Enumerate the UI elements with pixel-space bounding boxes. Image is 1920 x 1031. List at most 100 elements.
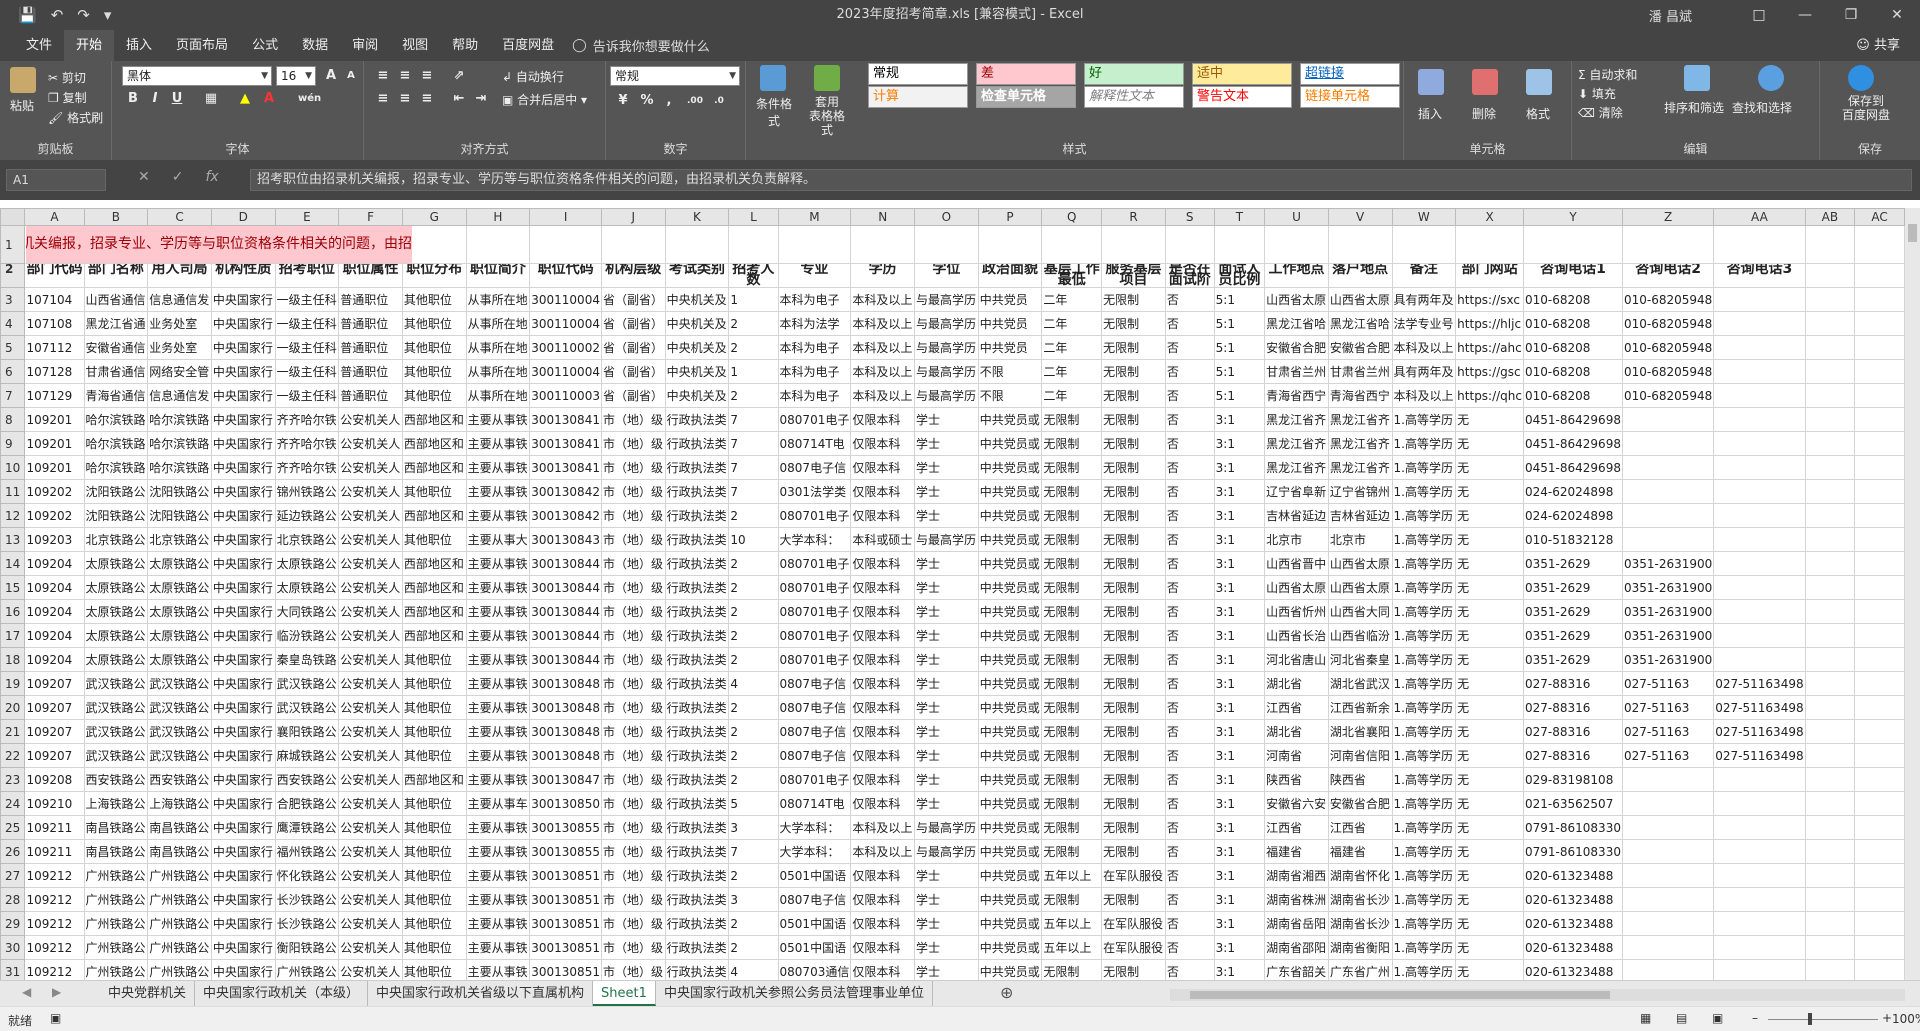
row-header[interactable]: 2 xyxy=(0,263,26,288)
cell[interactable]: 公安机关人 xyxy=(338,407,403,432)
tab-5[interactable]: 数据 xyxy=(290,30,340,61)
cell[interactable]: 中央国家行 xyxy=(210,863,276,888)
cell[interactable]: 行政执法类 xyxy=(664,671,730,696)
cell[interactable]: 3:1 xyxy=(1213,767,1266,792)
cell[interactable]: 080701电子 xyxy=(777,575,852,600)
cell[interactable] xyxy=(1854,791,1905,816)
column-header[interactable]: D xyxy=(210,208,276,226)
cell[interactable]: 武汉铁路公 xyxy=(274,695,340,720)
orientation-icon[interactable]: ⇗ xyxy=(448,66,470,86)
cell[interactable]: 无限制 xyxy=(1041,479,1103,504)
cell[interactable]: 无 xyxy=(1455,719,1525,744)
cell[interactable] xyxy=(1713,767,1806,792)
cell[interactable]: 福建省 xyxy=(1327,839,1393,864)
cell[interactable]: 公安机关人 xyxy=(338,671,403,696)
cell[interactable]: 学士 xyxy=(914,695,979,720)
cell[interactable]: 中共党员或 xyxy=(977,719,1043,744)
cell[interactable]: 无限制 xyxy=(1041,695,1103,720)
cell[interactable]: 公安机关人 xyxy=(338,695,403,720)
cell[interactable]: 中共党员 xyxy=(977,335,1043,360)
cell[interactable]: 职位分布 xyxy=(401,263,467,288)
cell[interactable]: 二年 xyxy=(1041,383,1103,408)
cell[interactable]: 咨询电话2 xyxy=(1621,263,1715,288)
cell[interactable]: 是否在面试阶 xyxy=(1164,263,1215,288)
row-header[interactable]: 16 xyxy=(0,599,26,624)
cell[interactable]: 部门网站 xyxy=(1455,263,1525,288)
sheet-tab[interactable]: 中央党群机关 xyxy=(100,981,196,1006)
cell[interactable]: 0807电子信 xyxy=(777,719,852,744)
cell[interactable]: 020-61323488 xyxy=(1523,863,1623,888)
zoom-slider[interactable] xyxy=(1768,1019,1878,1020)
cell[interactable]: 仅限本科 xyxy=(850,671,916,696)
cell[interactable]: 大学本科： xyxy=(777,815,852,840)
cell[interactable]: 0791-86108330 xyxy=(1523,839,1623,864)
column-header[interactable]: C xyxy=(147,208,212,226)
cell[interactable] xyxy=(1804,887,1856,912)
cell[interactable] xyxy=(1621,887,1715,912)
cell[interactable]: 中央国家行 xyxy=(210,695,276,720)
cell[interactable] xyxy=(1854,719,1905,744)
cell[interactable]: 公安机关人 xyxy=(338,743,403,768)
cell[interactable]: 备注 xyxy=(1391,263,1457,288)
cell[interactable]: 广州铁路公 xyxy=(274,959,340,980)
row-header[interactable]: 13 xyxy=(0,527,26,552)
cell[interactable]: 无限制 xyxy=(1101,695,1166,720)
cell[interactable] xyxy=(1804,225,1856,264)
column-header[interactable]: Q xyxy=(1041,208,1103,226)
comma-button[interactable]: , xyxy=(658,91,680,111)
conditional-format-icon[interactable] xyxy=(760,65,786,91)
cell[interactable] xyxy=(1713,647,1806,672)
cell[interactable]: 行政执法类 xyxy=(664,815,730,840)
cell[interactable]: 五年以上 xyxy=(1041,911,1103,936)
column-header[interactable]: J xyxy=(600,208,666,226)
cell[interactable]: 招考职位 xyxy=(274,263,340,288)
cell[interactable] xyxy=(1804,743,1856,768)
cell[interactable]: 公安机关人 xyxy=(338,815,403,840)
cell[interactable]: 300130848 xyxy=(529,695,602,720)
cell[interactable]: 河北省唐山 xyxy=(1264,647,1329,672)
cell[interactable]: 北京市 xyxy=(1264,527,1329,552)
cell[interactable]: 黑龙江省通 xyxy=(83,311,149,336)
cell[interactable]: 无限制 xyxy=(1101,431,1166,456)
cell[interactable]: 太原铁路公 xyxy=(147,647,212,672)
sheet-tab[interactable]: 中央国家行政机关省级以下直属机构 xyxy=(368,981,594,1006)
cell[interactable]: 北京市 xyxy=(1327,527,1393,552)
cell[interactable]: 300130841 xyxy=(529,431,602,456)
cell[interactable] xyxy=(1264,225,1329,264)
cell[interactable]: 107108 xyxy=(24,311,85,336)
cell[interactable]: 网络安全管 xyxy=(147,359,212,384)
cell[interactable]: 陕西省 xyxy=(1327,767,1393,792)
find-select-button[interactable]: 查找和选择 xyxy=(1732,99,1792,116)
cell[interactable]: 否 xyxy=(1164,575,1215,600)
cell[interactable]: 0451-86429698 xyxy=(1523,431,1623,456)
cell[interactable]: 黑龙江省齐 xyxy=(1264,455,1329,480)
cell[interactable]: 107128 xyxy=(24,359,85,384)
cell[interactable]: 仅限本科 xyxy=(850,911,916,936)
tab-4[interactable]: 公式 xyxy=(240,30,290,61)
cell[interactable]: 否 xyxy=(1164,767,1215,792)
cell[interactable]: 300130851 xyxy=(529,935,602,960)
cell[interactable]: 公安机关人 xyxy=(338,959,403,980)
cell[interactable]: 010-68205948 xyxy=(1621,359,1715,384)
cell[interactable]: 本科及以上 xyxy=(850,311,916,336)
cell[interactable]: 中央机关及 xyxy=(664,359,730,384)
cell[interactable]: 无限制 xyxy=(1101,671,1166,696)
cell-style-8[interactable]: 警告文本 xyxy=(1192,86,1292,108)
cell[interactable] xyxy=(600,225,666,264)
cell[interactable] xyxy=(1621,911,1715,936)
cell[interactable]: 中共党员或 xyxy=(977,575,1043,600)
save-icon[interactable]: 💾 xyxy=(18,6,37,24)
sheet-tab[interactable]: Sheet1 xyxy=(593,981,656,1006)
vertical-scrollbar[interactable] xyxy=(1905,208,1920,980)
cell[interactable]: 无 xyxy=(1455,647,1525,672)
cell[interactable]: 行政执法类 xyxy=(664,959,730,980)
cell[interactable]: 109201 xyxy=(24,407,85,432)
cell[interactable] xyxy=(1854,551,1905,576)
cell[interactable]: 西安铁路公 xyxy=(274,767,340,792)
cell[interactable]: 哈尔滨铁路 xyxy=(147,431,212,456)
cell[interactable]: 无限制 xyxy=(1041,791,1103,816)
cell[interactable]: 公安机关人 xyxy=(338,647,403,672)
cell[interactable]: 江西省 xyxy=(1327,815,1393,840)
row-header[interactable]: 29 xyxy=(0,911,26,936)
cell[interactable]: 否 xyxy=(1164,527,1215,552)
